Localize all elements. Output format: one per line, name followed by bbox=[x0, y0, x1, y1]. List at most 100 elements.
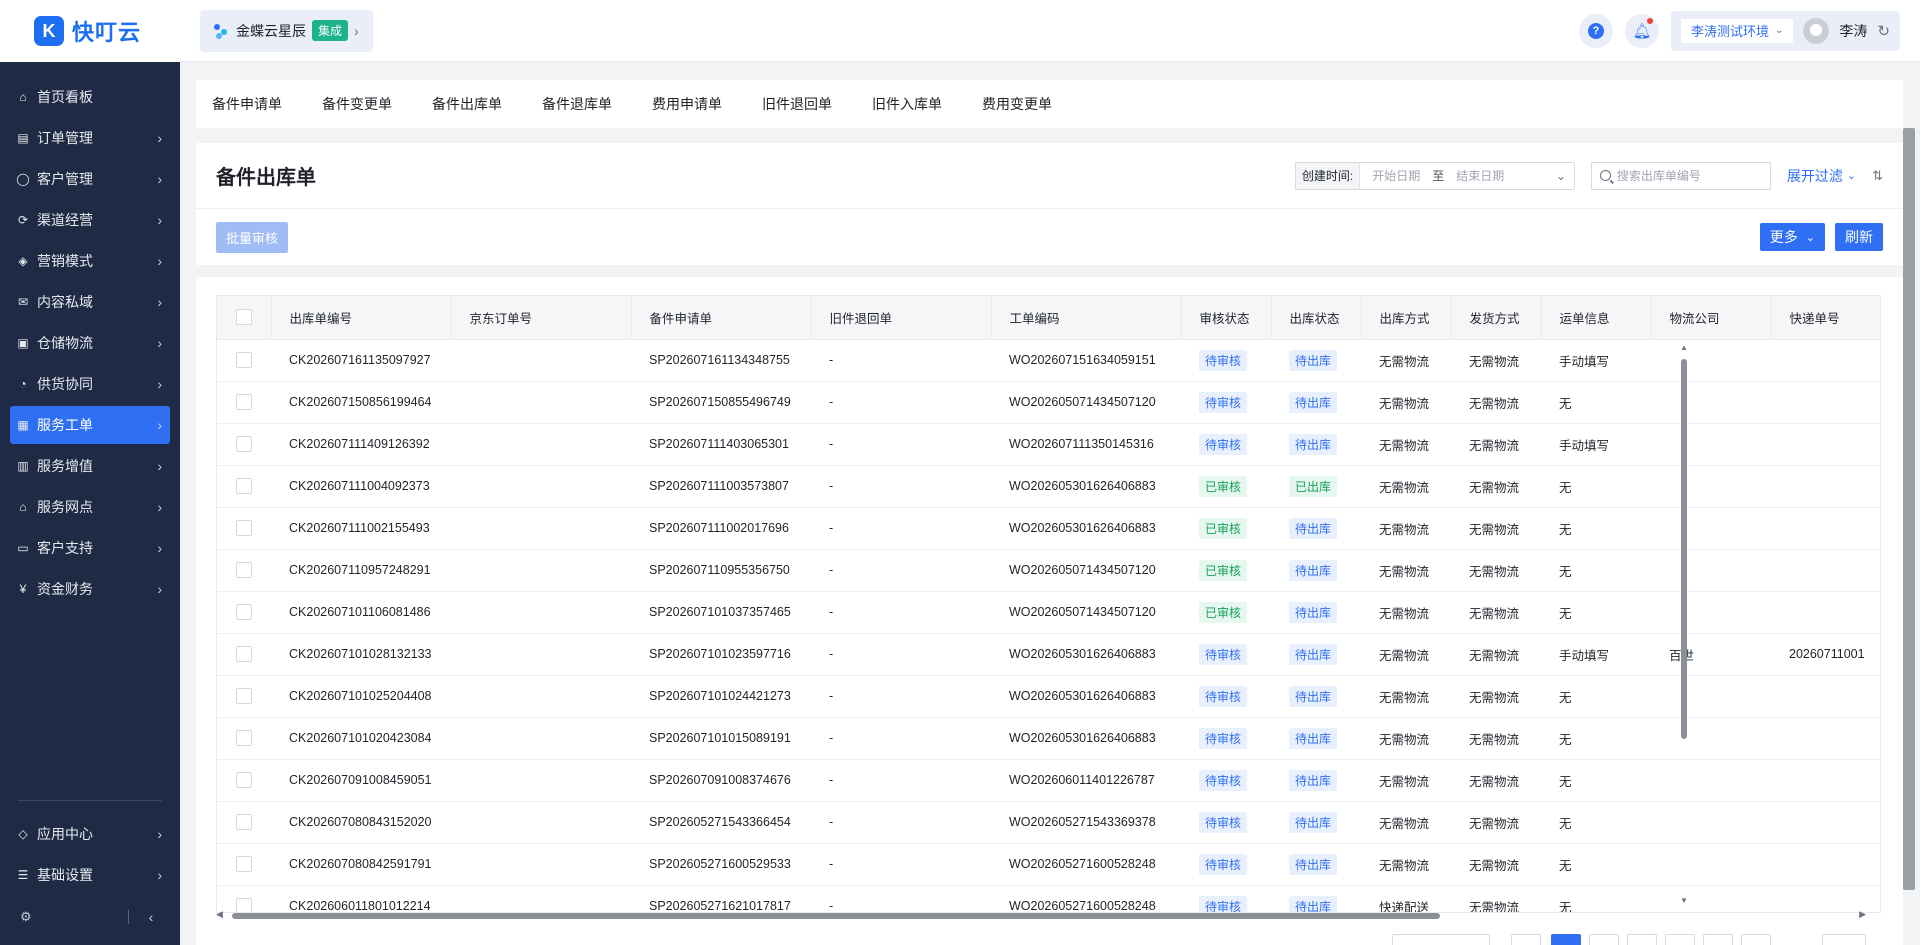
sidebar-item-label: 营销模式 bbox=[37, 253, 93, 269]
table-row[interactable]: CK202607111002155493 SP202607111002017696… bbox=[217, 507, 1880, 550]
outbound-status-cell: 待出库 bbox=[1271, 633, 1361, 676]
environment-select[interactable]: 李涛测试环境 ⌄ bbox=[1681, 18, 1794, 43]
sidebar-item[interactable]: ⌂ 服务网点 › bbox=[10, 488, 170, 526]
integration-switcher[interactable]: 金蝶云星辰 集成 › bbox=[200, 9, 373, 52]
sidebar-item[interactable]: ◈ 营销模式 › bbox=[10, 242, 170, 280]
batch-audit-button[interactable]: 批量审核 bbox=[216, 221, 289, 253]
select-all-checkbox[interactable] bbox=[217, 296, 272, 340]
table-cell: WO202605271600528248 bbox=[991, 885, 1181, 912]
prev-page-button[interactable] bbox=[1511, 934, 1541, 945]
row-checkbox[interactable] bbox=[217, 549, 271, 592]
table-cell bbox=[1771, 465, 1880, 508]
row-checkbox[interactable] bbox=[217, 465, 271, 508]
sidebar-item[interactable]: ▣ 仓储物流 › bbox=[10, 324, 170, 362]
table-cell: - bbox=[811, 885, 991, 912]
sidebar-item[interactable]: ▭ 客户支持 › bbox=[10, 529, 170, 567]
sidebar-item[interactable]: ¥ 资金财务 › bbox=[10, 570, 170, 608]
sidebar-item[interactable]: ◇ 应用中心 › bbox=[10, 815, 170, 853]
row-checkbox[interactable] bbox=[217, 633, 271, 676]
table-vertical-scrollbar[interactable]: ▲ ▼ bbox=[1679, 343, 1689, 905]
sort-icon[interactable]: ⇅ bbox=[1872, 168, 1883, 184]
table-row[interactable]: CK202607101106081486 SP202607101037357465… bbox=[217, 591, 1880, 634]
table-row[interactable]: CK202607080843152020 SP202605271543366454… bbox=[217, 801, 1880, 844]
more-button[interactable]: 更多 ⌄ bbox=[1759, 223, 1825, 251]
page-jump-input[interactable] bbox=[1822, 934, 1866, 945]
table-row[interactable]: CK202607111004092373 SP202607111003573807… bbox=[217, 465, 1880, 508]
tab-item[interactable]: 费用变更单 bbox=[982, 94, 1052, 114]
next-page-button[interactable] bbox=[1741, 934, 1771, 945]
row-checkbox[interactable] bbox=[217, 381, 271, 424]
scroll-left-icon[interactable]: ◀ bbox=[216, 909, 223, 920]
row-checkbox[interactable] bbox=[217, 591, 271, 634]
start-date-input[interactable]: 开始日期 bbox=[1360, 167, 1432, 184]
table-row[interactable]: CK202607080842591791 SP202605271600529533… bbox=[217, 843, 1880, 886]
sidebar-item[interactable]: ▤ 订单管理 › bbox=[10, 119, 170, 157]
table-horizontal-scrollbar[interactable]: ◀ ▶ bbox=[216, 909, 1866, 922]
table-row[interactable]: CK202607111409126392 SP202607111403065301… bbox=[217, 423, 1880, 466]
tab-item[interactable]: 旧件入库单 bbox=[872, 94, 942, 114]
avatar[interactable] bbox=[1803, 17, 1830, 44]
sidebar-item[interactable]: ◯ 客户管理 › bbox=[10, 160, 170, 198]
sidebar-item[interactable]: ▥ 服务增值 › bbox=[10, 447, 170, 485]
row-checkbox[interactable] bbox=[217, 717, 271, 760]
row-checkbox[interactable] bbox=[217, 759, 271, 802]
row-checkbox[interactable] bbox=[217, 339, 271, 382]
row-checkbox[interactable] bbox=[217, 801, 271, 844]
sidebar-item[interactable]: ◔ 供货协同 › bbox=[10, 365, 170, 403]
outbound-table-scroll[interactable]: 出库单编号 京东订单号 备件申请单 旧件退回单 工单编码 审核状态 出库状态 出库方式 发货方式… bbox=[216, 295, 1881, 913]
page-button[interactable] bbox=[1665, 934, 1695, 945]
scroll-thumb[interactable] bbox=[232, 913, 1440, 919]
table-row[interactable]: CK202607101025204408 SP202607101024421273… bbox=[217, 675, 1880, 718]
row-checkbox[interactable] bbox=[217, 885, 271, 912]
page-button[interactable] bbox=[1703, 934, 1733, 945]
refresh-icon[interactable]: ↻ bbox=[1877, 22, 1890, 40]
tab-item[interactable]: 费用申请单 bbox=[652, 94, 722, 114]
expand-filter-button[interactable]: 展开过滤 ⌄ bbox=[1787, 166, 1856, 186]
app-logo[interactable]: K 快叮云 bbox=[0, 0, 180, 62]
row-checkbox[interactable] bbox=[217, 843, 271, 886]
tab-item[interactable]: 备件出库单 bbox=[432, 94, 502, 114]
sidebar-item[interactable]: ▦ 服务工单 › bbox=[10, 406, 170, 444]
table-row[interactable]: CK202607110957248291 SP202607110955356750… bbox=[217, 549, 1880, 592]
row-checkbox[interactable] bbox=[217, 675, 271, 718]
table-row[interactable]: CK202607161135097927 SP202607161134348755… bbox=[217, 339, 1880, 382]
scroll-thumb[interactable] bbox=[1681, 359, 1687, 739]
created-date-range[interactable]: 创建时间: 开始日期 至 结束日期 ⌄ bbox=[1294, 161, 1575, 190]
table-row[interactable]: CK202607101028132133 SP202607101023597716… bbox=[217, 633, 1880, 676]
page-button[interactable] bbox=[1627, 934, 1657, 945]
scroll-down-icon[interactable]: ▼ bbox=[1680, 896, 1688, 905]
scroll-up-icon[interactable]: ▲ bbox=[1680, 343, 1688, 352]
search-input[interactable]: 搜索出库单编号 bbox=[1590, 161, 1771, 190]
tab-item[interactable]: 备件申请单 bbox=[212, 94, 282, 114]
table-row[interactable]: CK202606011801012214 SP202605271621017817… bbox=[217, 885, 1880, 912]
refresh-button[interactable]: 刷新 bbox=[1835, 223, 1883, 251]
row-checkbox[interactable] bbox=[217, 507, 271, 550]
tab-item[interactable]: 备件变更单 bbox=[322, 94, 392, 114]
page-button-current[interactable] bbox=[1551, 934, 1581, 945]
table-body: CK202607161135097927 SP202607161134348755… bbox=[217, 339, 1880, 912]
help-button[interactable]: ? bbox=[1579, 13, 1614, 48]
table-row[interactable]: CK202607091008459051 SP202607091008374676… bbox=[217, 759, 1880, 802]
user-name[interactable]: 李涛 bbox=[1839, 21, 1867, 41]
theme-icon[interactable]: ⚙ bbox=[20, 909, 32, 925]
table-cell bbox=[1651, 423, 1771, 466]
row-checkbox[interactable] bbox=[217, 423, 271, 466]
collapse-sidebar-icon[interactable]: ‹ bbox=[149, 909, 154, 925]
table-row[interactable]: CK202607101020423084 SP202607101015089191… bbox=[217, 717, 1880, 760]
table-cell bbox=[1651, 339, 1771, 382]
page-size-select[interactable] bbox=[1392, 934, 1490, 945]
sidebar-item[interactable]: ⟳ 渠道经营 › bbox=[10, 201, 170, 239]
tab-item[interactable]: 备件退库单 bbox=[542, 94, 612, 114]
scroll-right-icon[interactable]: ▶ bbox=[1859, 909, 1866, 920]
page-scrollbar[interactable] bbox=[1903, 128, 1915, 890]
notification-button[interactable]: 🔔︎ bbox=[1625, 13, 1660, 48]
sidebar-item[interactable]: ⌂ 首页看板 bbox=[10, 78, 170, 116]
page-button[interactable] bbox=[1589, 934, 1619, 945]
table-cell: 无需物流 bbox=[1361, 759, 1451, 802]
sidebar-item[interactable]: ✉ 内容私域 › bbox=[10, 283, 170, 321]
table-cell: 无 bbox=[1541, 507, 1651, 550]
table-row[interactable]: CK202607150856199464 SP202607150855496749… bbox=[217, 381, 1880, 424]
audit-status-cell: 待审核 bbox=[1181, 885, 1271, 912]
tab-item[interactable]: 旧件退回单 bbox=[762, 94, 832, 114]
end-date-input[interactable]: 结束日期 bbox=[1444, 167, 1516, 184]
